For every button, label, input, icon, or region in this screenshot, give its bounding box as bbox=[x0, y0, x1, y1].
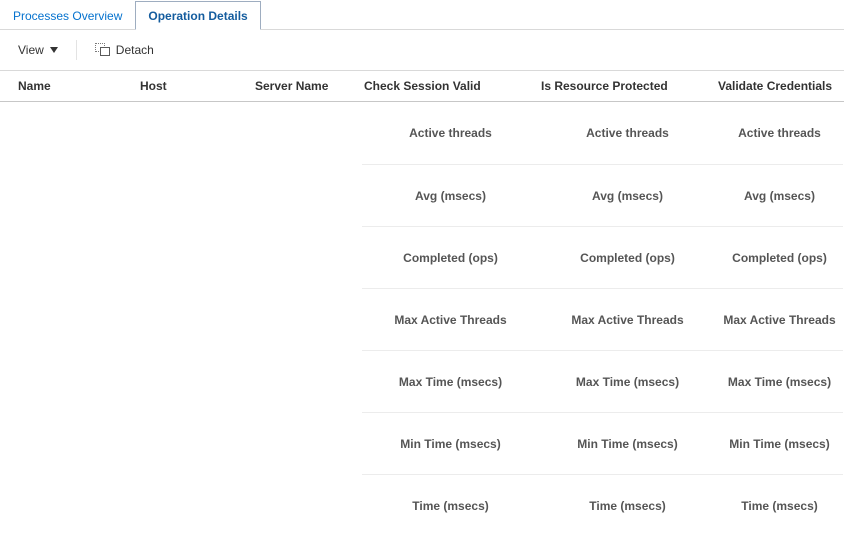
metric-label: Min Time (msecs) bbox=[716, 437, 843, 451]
metric-label: Max Active Threads bbox=[362, 313, 539, 327]
metric-label: Avg (msecs) bbox=[362, 189, 539, 203]
metric-row: Avg (msecs) Avg (msecs) Avg (msecs) bbox=[362, 164, 843, 226]
metric-label: Max Time (msecs) bbox=[716, 375, 843, 389]
metric-label: Active threads bbox=[362, 126, 539, 140]
view-menu-label: View bbox=[18, 43, 44, 57]
col-header-server-name[interactable]: Server Name bbox=[255, 79, 362, 93]
metrics-grid: Active threads Active threads Active thr… bbox=[362, 102, 843, 536]
metric-label: Time (msecs) bbox=[716, 499, 843, 513]
metric-label: Completed (ops) bbox=[539, 251, 716, 265]
view-menu[interactable]: View bbox=[18, 43, 58, 57]
metric-label: Avg (msecs) bbox=[716, 189, 843, 203]
metric-row: Active threads Active threads Active thr… bbox=[362, 102, 843, 164]
metric-row: Max Time (msecs) Max Time (msecs) Max Ti… bbox=[362, 350, 843, 412]
tab-bar: Processes Overview Operation Details bbox=[0, 0, 844, 30]
detach-icon bbox=[95, 43, 110, 57]
metric-label: Time (msecs) bbox=[362, 499, 539, 513]
metric-label: Completed (ops) bbox=[362, 251, 539, 265]
table-header-row: Name Host Server Name Check Session Vali… bbox=[0, 70, 844, 102]
metric-row: Completed (ops) Completed (ops) Complete… bbox=[362, 226, 843, 288]
metric-label: Min Time (msecs) bbox=[539, 437, 716, 451]
metric-label: Min Time (msecs) bbox=[362, 437, 539, 451]
detach-label: Detach bbox=[116, 43, 154, 57]
toolbar-separator bbox=[76, 40, 77, 60]
chevron-down-icon bbox=[50, 47, 58, 53]
col-header-is-resource[interactable]: Is Resource Protected bbox=[539, 79, 716, 93]
col-header-check-session[interactable]: Check Session Valid bbox=[362, 79, 539, 93]
col-header-host[interactable]: Host bbox=[140, 79, 255, 93]
metric-label: Max Active Threads bbox=[716, 313, 843, 327]
metric-label: Max Active Threads bbox=[539, 313, 716, 327]
metric-label: Max Time (msecs) bbox=[362, 375, 539, 389]
metric-label: Avg (msecs) bbox=[539, 189, 716, 203]
metric-label: Max Time (msecs) bbox=[539, 375, 716, 389]
metric-row: Min Time (msecs) Min Time (msecs) Min Ti… bbox=[362, 412, 843, 474]
metric-label: Time (msecs) bbox=[539, 499, 716, 513]
metric-row: Max Active Threads Max Active Threads Ma… bbox=[362, 288, 843, 350]
metric-label: Active threads bbox=[539, 126, 716, 140]
metric-row: Time (msecs) Time (msecs) Time (msecs) bbox=[362, 474, 843, 536]
col-header-validate[interactable]: Validate Credentials bbox=[716, 79, 844, 93]
metric-label: Completed (ops) bbox=[716, 251, 843, 265]
detach-button[interactable]: Detach bbox=[95, 43, 154, 57]
toolbar: View Detach bbox=[0, 30, 844, 70]
metric-label: Active threads bbox=[716, 126, 843, 140]
col-header-name[interactable]: Name bbox=[0, 79, 140, 93]
tab-processes-overview[interactable]: Processes Overview bbox=[0, 1, 135, 30]
tab-operation-details[interactable]: Operation Details bbox=[135, 1, 260, 30]
